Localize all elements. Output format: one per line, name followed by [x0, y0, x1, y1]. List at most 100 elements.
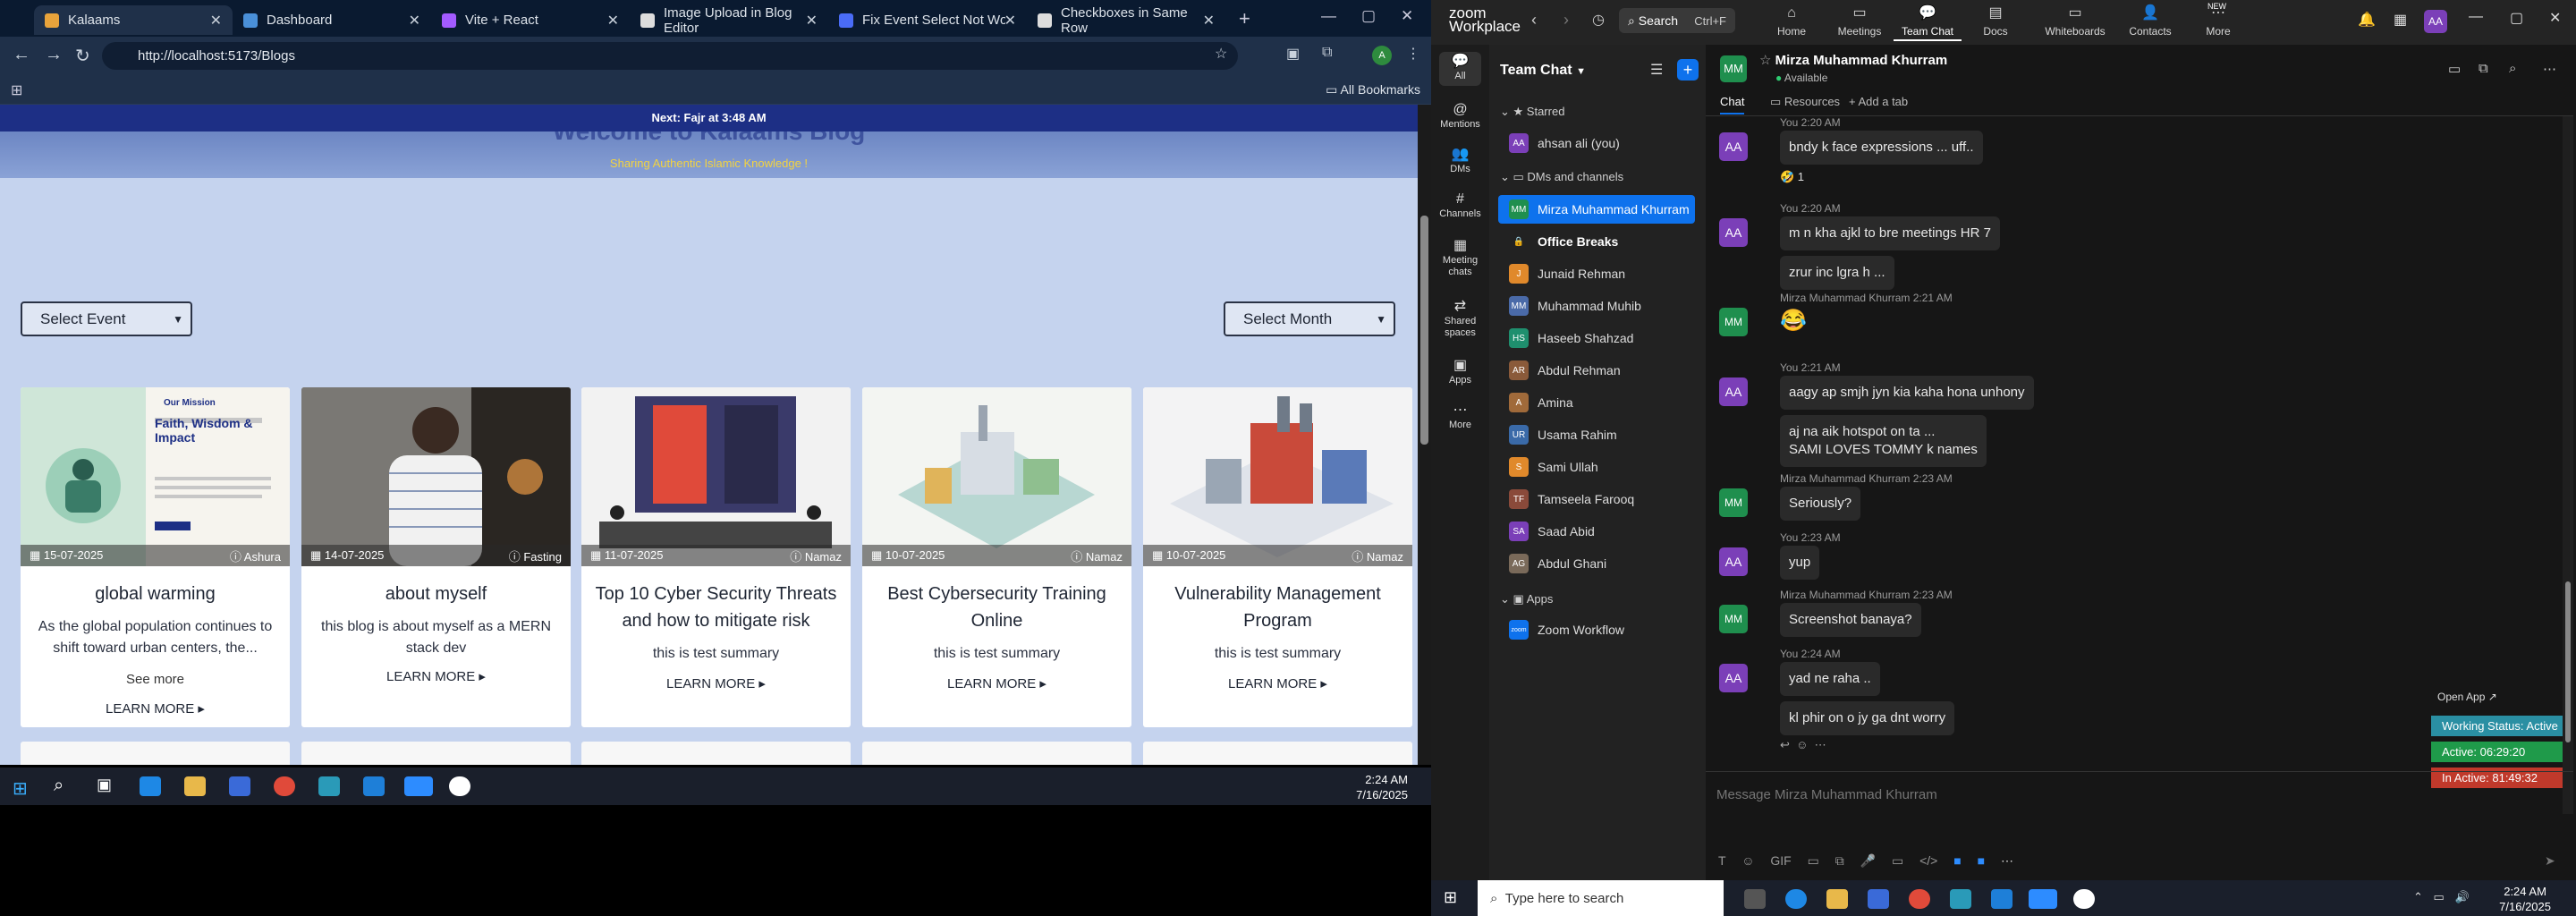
file-explorer-icon[interactable]	[1826, 889, 1848, 909]
screen-icon[interactable]: ⧉	[2479, 61, 2488, 76]
scrollbar-thumb[interactable]	[2565, 581, 2571, 742]
taskbar-search-input[interactable]: ⌕ Type here to search	[1478, 880, 1724, 916]
reaction-badge[interactable]: 🤣 1	[1780, 170, 1804, 184]
tab-dashboard[interactable]: Dashboard ✕	[233, 5, 431, 35]
list-item[interactable]: S Sami Ullah	[1498, 453, 1695, 481]
blog-card-partial[interactable]	[581, 742, 851, 765]
close-window-icon[interactable]: ✕	[1401, 7, 1413, 25]
emoji-icon[interactable]: ☺	[1741, 853, 1754, 868]
task-view-icon[interactable]: ▣	[97, 776, 112, 794]
app-icon[interactable]	[318, 776, 340, 796]
mic-icon[interactable]: 🎤	[1860, 853, 1876, 868]
system-tray[interactable]: ⌃ ▭ 🔊	[2413, 890, 2470, 904]
tab-image-upload[interactable]: Image Upload in Blog Editor ✕	[630, 5, 828, 36]
nav-docs[interactable]: ▤ Docs	[1962, 4, 2029, 41]
blog-card-partial[interactable]	[862, 742, 1131, 765]
blog-card-partial[interactable]	[301, 742, 571, 765]
zoom-icon[interactable]	[404, 776, 433, 796]
rail-mentions[interactable]: @ Mentions	[1431, 103, 1489, 131]
chat-scrollbar[interactable]	[2563, 116, 2573, 814]
blog-card[interactable]: ▦ 10-07-2025 ⓘ Namaz Vulnerability Manage…	[1143, 387, 1412, 727]
panel-title[interactable]: Team Chat ▼	[1500, 63, 1586, 79]
rail-shared-spaces[interactable]: ⇄ Shared spaces	[1431, 300, 1489, 339]
store-icon[interactable]	[1868, 889, 1889, 909]
close-icon[interactable]: ✕	[210, 12, 222, 30]
blog-card[interactable]: ▦ 14-07-2025 ⓘ Fasting about myself this …	[301, 387, 571, 727]
list-item[interactable]: zoom Zoom Workflow	[1498, 615, 1695, 644]
gif-icon[interactable]: GIF	[1770, 853, 1791, 868]
see-more-link[interactable]: See more	[21, 672, 290, 687]
task-view-icon[interactable]	[1744, 889, 1766, 909]
vscode-icon[interactable]	[1991, 889, 2012, 909]
rail-dms[interactable]: 👥 DMs	[1431, 148, 1489, 175]
list-item[interactable]: HS Haseeb Shahzad	[1498, 324, 1695, 352]
rail-channels[interactable]: # Channels	[1431, 192, 1489, 220]
list-item[interactable]: J Junaid Rehman	[1498, 259, 1695, 288]
tab-vite-react[interactable]: Vite + React ✕	[431, 5, 630, 35]
url-input[interactable]: http://localhost:5173/Blogs	[102, 42, 1238, 70]
learn-more-button[interactable]: LEARN MORE ▸	[21, 700, 290, 717]
profile-avatar[interactable]: A	[1372, 46, 1392, 65]
rail-all[interactable]: 💬 All	[1439, 52, 1481, 86]
format-icon[interactable]: T	[1718, 853, 1725, 868]
windows-start-icon[interactable]: ⊞	[13, 777, 28, 800]
send-icon[interactable]: ➤	[2545, 853, 2555, 869]
list-item[interactable]: UR Usama Rahim	[1498, 420, 1695, 449]
learn-more-button[interactable]: LEARN MORE ▸	[301, 668, 571, 684]
search-icon[interactable]: ⌕	[54, 776, 64, 796]
list-item[interactable]: SA Saad Abid	[1498, 517, 1695, 546]
close-icon[interactable]: ✕	[607, 12, 619, 30]
starred-section[interactable]: ⌄ ★ Starred	[1500, 105, 1564, 119]
search-icon[interactable]: ⌕	[2509, 61, 2516, 76]
rail-apps[interactable]: ▣ Apps	[1431, 359, 1489, 386]
app-icon[interactable]	[1950, 889, 1971, 909]
list-item[interactable]: AA ahsan ali (you)	[1498, 129, 1695, 157]
blog-card[interactable]: ▦ 11-07-2025 ⓘ Namaz Top 10 Cyber Securit…	[581, 387, 851, 727]
chevron-up-icon[interactable]: ⌃	[2413, 890, 2423, 903]
select-event-dropdown[interactable]: Select Event ▼	[21, 301, 192, 336]
list-item[interactable]: TF Tamseela Farooq	[1498, 485, 1695, 513]
zoom-icon[interactable]	[2029, 889, 2057, 909]
close-icon[interactable]: ✕	[409, 12, 420, 30]
rail-more[interactable]: ⋯ More	[1431, 403, 1489, 431]
more-icon[interactable]: ⋯	[2543, 61, 2556, 77]
dms-section[interactable]: ⌄ ▭ DMs and channels	[1500, 170, 1623, 184]
close-window-icon[interactable]: ✕	[2549, 9, 2561, 27]
taskbar-clock[interactable]: 2:24 AM 7/16/2025	[1356, 772, 1408, 802]
menu-icon[interactable]: ⋮	[1406, 45, 1420, 63]
minimize-icon[interactable]: —	[2469, 9, 2483, 25]
list-item[interactable]: 🔒 Office Breaks	[1498, 227, 1695, 256]
avatar[interactable]: AA	[2424, 10, 2447, 33]
bell-icon[interactable]: 🔔	[2358, 11, 2376, 29]
video-icon[interactable]: ▭	[2448, 61, 2461, 77]
back-icon[interactable]: ←	[13, 45, 30, 65]
nav-team-chat[interactable]: 💬 Team Chat	[1894, 4, 1962, 41]
taskbar-clock[interactable]: 2:24 AM 7/16/2025	[2499, 884, 2551, 914]
file-explorer-icon[interactable]	[184, 776, 206, 796]
blog-card[interactable]: Our Mission Faith, Wisdom & Impact ▦ 15-…	[21, 387, 290, 727]
file-icon[interactable]: ▭	[1808, 853, 1819, 868]
chrome-icon[interactable]	[274, 776, 295, 796]
forward-icon[interactable]: ›	[1563, 11, 1569, 30]
compose-button[interactable]: +	[1677, 59, 1699, 81]
app-icon[interactable]	[2073, 889, 2095, 909]
blog-card-partial[interactable]	[1143, 742, 1412, 765]
chrome-icon[interactable]	[1909, 889, 1930, 909]
filter-icon[interactable]: ☰	[1650, 61, 1663, 79]
message-input[interactable]	[1716, 776, 2539, 812]
app-icon[interactable]: ■	[1953, 853, 1961, 868]
store-icon[interactable]	[229, 776, 250, 796]
page-scrollbar[interactable]	[1418, 105, 1431, 765]
nav-contacts[interactable]: 👤 Contacts	[2116, 4, 2184, 41]
rail-meeting-chats[interactable]: ▦ Meeting chats	[1431, 239, 1489, 278]
maximize-icon[interactable]: ▢	[1361, 7, 1376, 25]
select-month-dropdown[interactable]: Select Month ▼	[1224, 301, 1395, 336]
apps-grid-icon[interactable]: ⊞	[11, 81, 22, 99]
new-tab-button[interactable]: +	[1239, 7, 1250, 30]
windows-start-icon[interactable]: ⊞	[1444, 888, 1457, 907]
tab-resources[interactable]: ▭ Resources	[1770, 95, 1840, 109]
history-icon[interactable]: ◷	[1592, 11, 1605, 29]
nav-home[interactable]: ⌂ Home	[1758, 4, 1826, 41]
extensions-puzzle-icon[interactable]: ⧉	[1322, 45, 1332, 61]
tab-kalaams[interactable]: Kalaams ✕	[34, 5, 233, 35]
